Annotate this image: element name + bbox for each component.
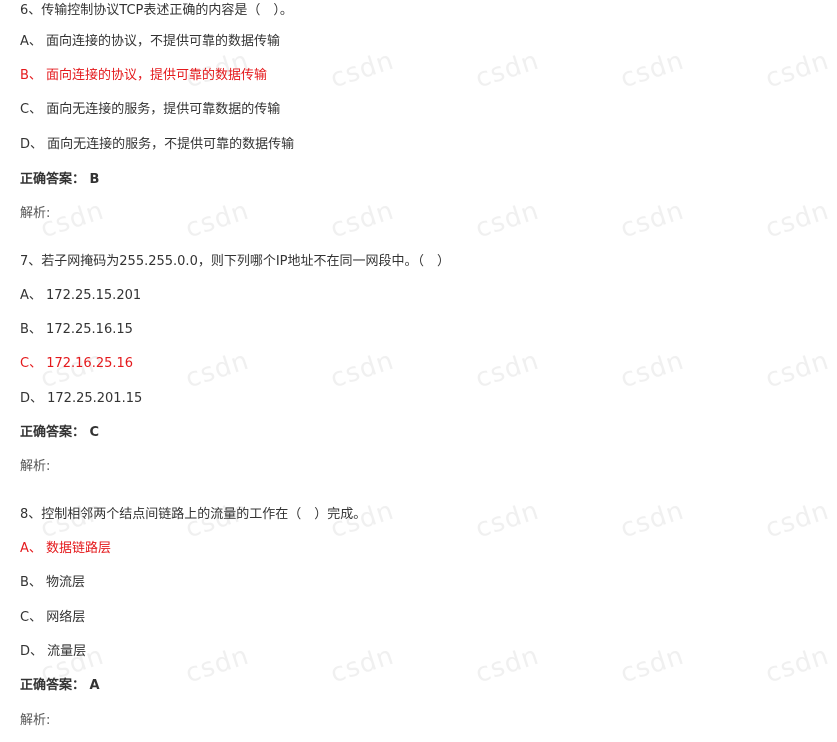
question-8-option-d: D、 流量层 — [20, 644, 87, 659]
question-6-option-c: C、 面向无连接的服务，提供可靠数据的传输 — [20, 102, 281, 117]
watermark-text: csdn — [181, 195, 253, 245]
question-8-stem: 8、控制相邻两个结点间链路上的流量的工作在（ ）完成。 — [20, 507, 367, 522]
watermark-text: csdn — [761, 195, 833, 245]
watermark-text: csdn — [616, 345, 688, 395]
watermark-text: csdn — [326, 345, 398, 395]
watermark-text: csdn — [616, 195, 688, 245]
watermark-text: csdn — [761, 45, 833, 95]
question-7-option-a: A、 172.25.15.201 — [20, 288, 142, 303]
question-8-option-b: B、 物流层 — [20, 575, 86, 590]
watermark-text: csdn — [471, 640, 543, 690]
watermark-text: csdn — [471, 495, 543, 545]
question-6-option-b: B、 面向连接的协议，提供可靠的数据传输 — [20, 68, 268, 83]
question-6-analysis: 解析: — [20, 206, 51, 221]
question-7-correct-answer: 正确答案： C — [20, 425, 100, 440]
watermark-text: csdn — [181, 640, 253, 690]
watermark-text: csdn — [616, 495, 688, 545]
question-7-analysis: 解析: — [20, 459, 51, 474]
question-8-analysis: 解析: — [20, 713, 51, 728]
question-6-correct-answer: 正确答案： B — [20, 172, 100, 187]
question-7-stem: 7、若子网掩码为255.255.0.0，则下列哪个IP地址不在同一网段中。（ ） — [20, 254, 451, 269]
question-8-option-a: A、 数据链路层 — [20, 541, 112, 556]
watermark-text: csdn — [616, 45, 688, 95]
question-6-option-d: D、 面向无连接的服务，不提供可靠的数据传输 — [20, 137, 295, 152]
watermark-text: csdn — [761, 495, 833, 545]
watermark-text: csdn — [761, 345, 833, 395]
watermark-text: csdn — [471, 345, 543, 395]
watermark-text: csdn — [181, 345, 253, 395]
question-8-correct-answer: 正确答案： A — [20, 678, 100, 693]
question-7-option-c: C、 172.16.25.16 — [20, 356, 134, 371]
question-7-option-b: B、 172.25.16.15 — [20, 322, 133, 337]
watermark-text: csdn — [761, 640, 833, 690]
question-6-option-a: A、 面向连接的协议，不提供可靠的数据传输 — [20, 34, 281, 49]
watermark-text: csdn — [471, 45, 543, 95]
watermark-text: csdn — [471, 195, 543, 245]
watermark-text: csdn — [616, 640, 688, 690]
watermark-text: csdn — [326, 640, 398, 690]
question-7-option-d: D、 172.25.201.15 — [20, 391, 143, 406]
watermark-text: csdn — [326, 45, 398, 95]
question-8-option-c: C、 网络层 — [20, 610, 86, 625]
question-6-stem: 6、传输控制协议TCP表述正确的内容是（ ）。 — [20, 3, 293, 18]
watermark-text: csdn — [326, 195, 398, 245]
